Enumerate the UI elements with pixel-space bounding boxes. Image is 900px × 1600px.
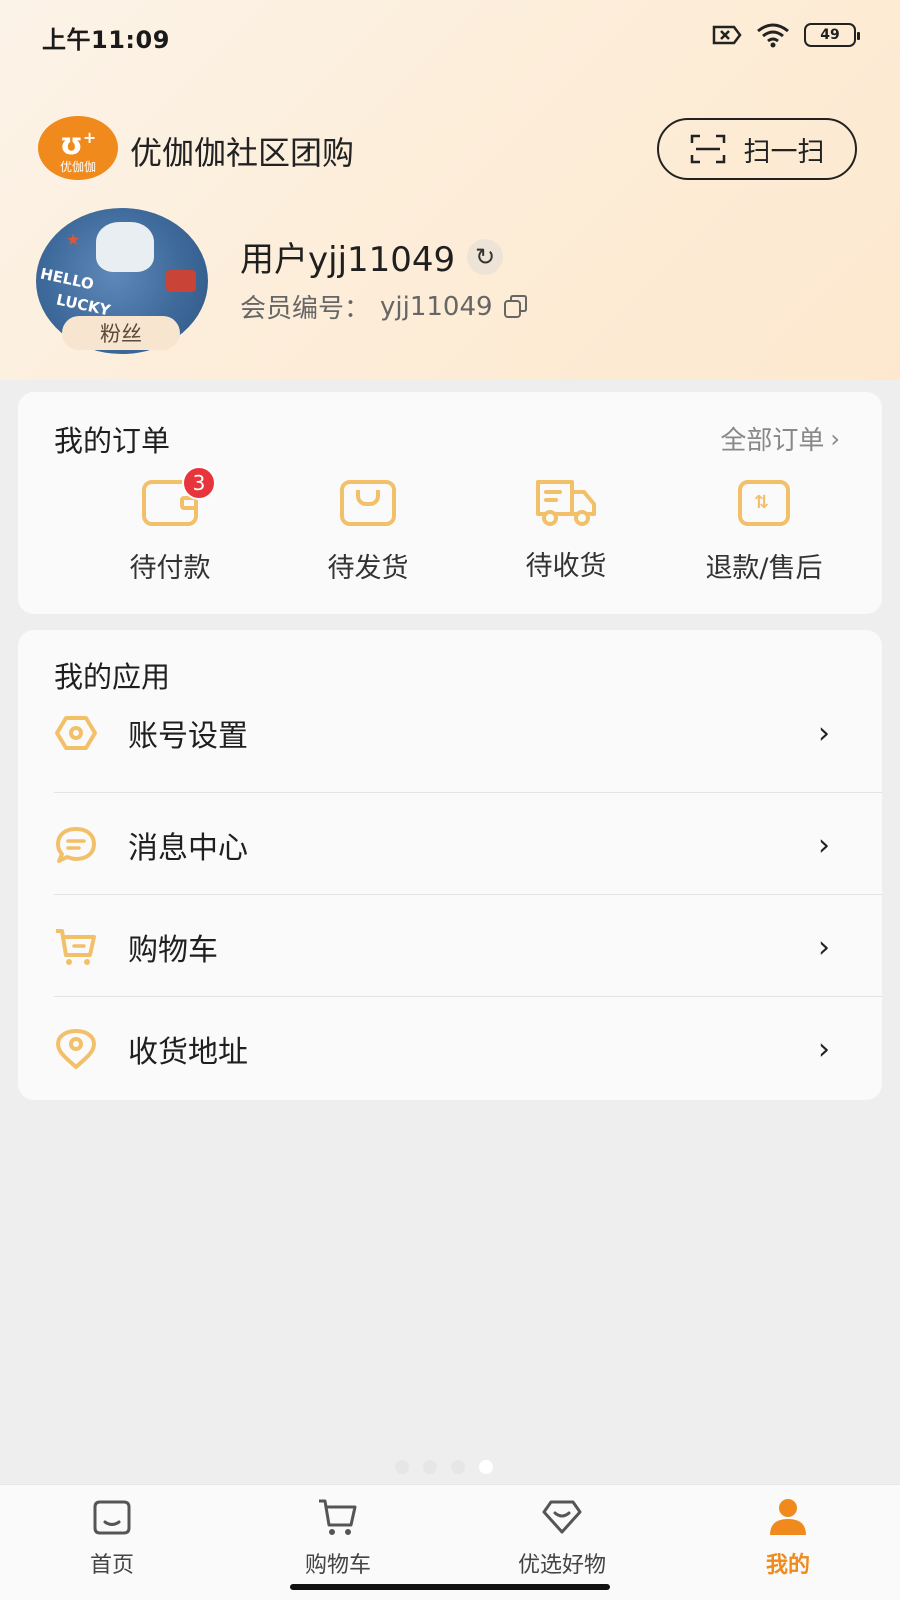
all-orders-link[interactable]: 全部订单 ›: [720, 420, 840, 457]
app-item-label: 账号设置: [128, 719, 248, 754]
nav-label: 优选好物: [517, 1553, 606, 1578]
wallet-icon: 3: [142, 466, 216, 526]
sim-x-icon: [712, 25, 742, 45]
divider: [54, 792, 882, 793]
scan-label: 扫一扫: [743, 136, 825, 168]
home-icon: [90, 1495, 134, 1539]
nav-featured[interactable]: 优选好物: [482, 1495, 642, 1579]
user-icon: [766, 1495, 810, 1539]
brand-logo: ʊ+ 优伽伽: [38, 116, 118, 180]
divider: [54, 996, 882, 997]
status-icons: 49: [710, 22, 860, 48]
wifi-icon: [757, 23, 789, 48]
scan-icon: [690, 134, 725, 164]
box-icon: [340, 480, 396, 526]
nav-home[interactable]: 首页: [32, 1495, 192, 1579]
member-id-value: yjj11049: [380, 291, 493, 322]
scan-button[interactable]: 扫一扫: [657, 118, 857, 180]
page-indicator: [395, 1460, 493, 1474]
chevron-right-icon: ›: [818, 827, 830, 863]
app-item-account-settings[interactable]: 账号设置 ›: [54, 682, 882, 784]
order-label: 退款/售后: [705, 553, 823, 584]
username: 用户yjj11049: [240, 240, 456, 280]
cart-icon: [54, 925, 98, 969]
all-orders-label: 全部订单: [720, 426, 825, 456]
nav-label: 我的: [765, 1553, 810, 1578]
chevron-right-icon: ›: [818, 929, 830, 965]
avatar-text-hello: HELLO: [38, 264, 96, 294]
member-level-badge: 粉丝: [62, 316, 180, 350]
location-icon: [54, 1027, 98, 1071]
home-indicator: [290, 1584, 610, 1590]
avatar-cat-patch: [96, 222, 154, 272]
truck-icon: [536, 480, 596, 526]
avatar-star: ★: [66, 230, 81, 249]
page-dot-active: [479, 1460, 493, 1474]
app-item-shipping-address[interactable]: 收货地址 ›: [54, 998, 882, 1100]
orders-title: 我的订单: [54, 424, 171, 458]
order-label: 待付款: [129, 553, 211, 584]
avatar-red-patch: [166, 270, 196, 292]
message-icon: [54, 823, 98, 867]
app-item-label: 购物车: [128, 933, 218, 968]
nav-cart[interactable]: 购物车: [258, 1495, 418, 1579]
bottom-nav: 首页 购物车 优选好物 我的: [0, 1484, 900, 1600]
battery-level: 49: [820, 27, 840, 43]
app-item-cart[interactable]: 购物车 ›: [54, 896, 882, 998]
status-time: 上午11:09: [42, 26, 170, 54]
order-label: 待发货: [327, 553, 409, 584]
page-dot: [395, 1460, 409, 1474]
brand-name: 优伽伽社区团购: [130, 134, 355, 172]
orders-card: 我的订单 全部订单 › 3 待付款 待发货 待收货 ⇅ 退款/售后: [18, 392, 882, 614]
chevron-right-icon: ›: [830, 424, 840, 453]
refund-icon: ⇅: [738, 480, 790, 526]
brand-logo-text: 优伽伽: [59, 159, 96, 174]
page-dot: [451, 1460, 465, 1474]
username-row: 用户yjj11049 ↻: [240, 232, 504, 281]
app-item-label: 收货地址: [128, 1035, 248, 1070]
app-item-message-center[interactable]: 消息中心 ›: [54, 794, 882, 896]
copy-icon[interactable]: [503, 294, 529, 320]
order-badge: 3: [182, 466, 216, 500]
order-pending-shipment[interactable]: 待发货: [268, 474, 468, 585]
refresh-icon[interactable]: ↻: [467, 238, 504, 275]
order-refund[interactable]: ⇅ 退款/售后: [664, 474, 864, 585]
battery-indicator: 49: [804, 23, 860, 47]
member-id-row: 会员编号： yjj11049: [240, 288, 529, 325]
status-bar: 上午11:09 49: [0, 0, 900, 72]
page-dot: [423, 1460, 437, 1474]
order-pending-receipt[interactable]: 待收货: [466, 474, 666, 583]
member-id-label: 会员编号：: [240, 294, 371, 324]
order-pending-payment[interactable]: 3 待付款: [70, 466, 270, 585]
chevron-right-icon: ›: [818, 715, 830, 751]
divider: [54, 894, 882, 895]
gem-icon: [540, 1495, 584, 1539]
nav-mine[interactable]: 我的: [708, 1495, 868, 1579]
app-item-label: 消息中心: [128, 831, 248, 866]
settings-hex-icon: [54, 711, 98, 755]
nav-label: 购物车: [304, 1553, 371, 1578]
apps-card: 我的应用 账号设置 › 消息中心 › 购物车 › 收货地址 ›: [18, 630, 882, 1100]
chevron-right-icon: ›: [818, 1031, 830, 1067]
cart-icon: [316, 1495, 360, 1539]
nav-label: 首页: [89, 1553, 134, 1578]
brand-logo-mark: ʊ+: [59, 126, 97, 162]
order-label: 待收货: [525, 551, 607, 582]
